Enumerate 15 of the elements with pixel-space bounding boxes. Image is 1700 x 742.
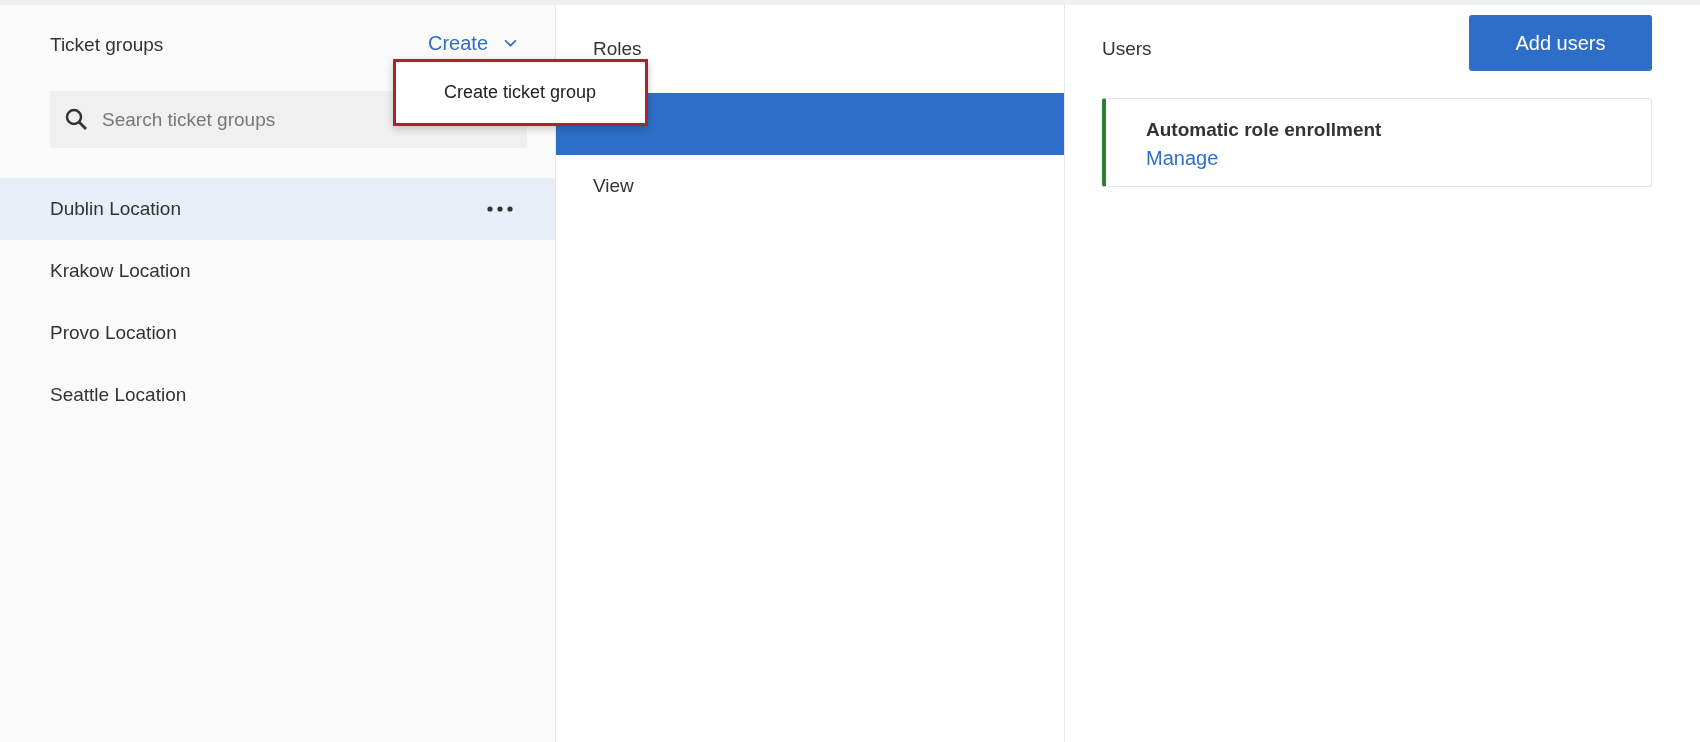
manage-link[interactable]: Manage bbox=[1146, 147, 1219, 170]
panel-title: Roles bbox=[593, 38, 642, 60]
create-dropdown-button[interactable]: Create bbox=[427, 31, 517, 55]
panel-title: Ticket groups bbox=[50, 34, 164, 56]
ticket-group-item[interactable]: Dublin Location bbox=[0, 178, 555, 240]
menu-item[interactable]: Create ticket group bbox=[396, 62, 645, 123]
ticket-group-item[interactable]: Krakow Location bbox=[0, 240, 555, 302]
role-item[interactable]: View bbox=[556, 155, 1064, 217]
card-title: Automatic role enrollment bbox=[1146, 119, 1383, 141]
ticket-group-item[interactable]: Provo Location bbox=[0, 302, 555, 364]
add-users-button[interactable]: Add users bbox=[1469, 15, 1652, 71]
panel-title: Users bbox=[1102, 38, 1152, 60]
chevron-down-icon bbox=[504, 38, 517, 48]
ticket-group-item[interactable]: Seattle Location bbox=[0, 364, 555, 426]
more-icon[interactable] bbox=[487, 206, 513, 212]
